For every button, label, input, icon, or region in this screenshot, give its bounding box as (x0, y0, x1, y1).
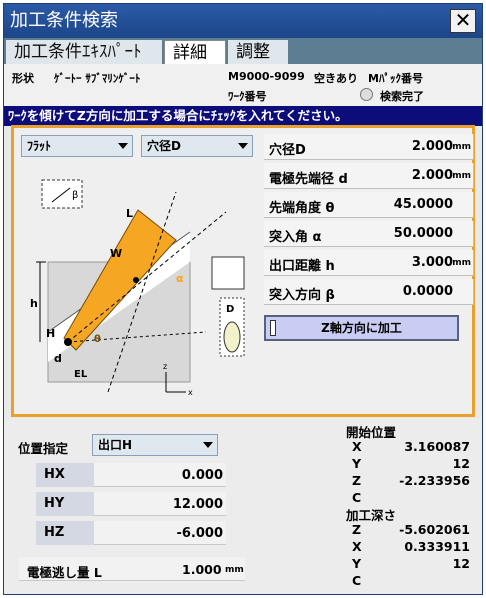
param-value[interactable]: 50.0000 (394, 226, 453, 241)
close-button[interactable]: ✕ (450, 9, 476, 33)
label-D: D (226, 304, 234, 315)
param-unit: mm (452, 258, 471, 268)
electrode-center-point (133, 277, 139, 283)
start-axis: Y (352, 456, 362, 471)
label-L: L (126, 207, 133, 220)
window-title: 加工条件検索 (10, 10, 118, 31)
electrode-clearance-label: 電極逃し量 L (27, 565, 102, 580)
field-hz[interactable]: HZ -6.000 (36, 521, 226, 545)
param-label: 出口距離 h (269, 259, 335, 274)
z-axis-checkbox-button[interactable]: Z軸方向に加工 (264, 315, 459, 341)
tilt-notice: ﾜｰｸを傾けてZ方向に加工する場合にﾁｪｯｸを入れてください。 (4, 106, 482, 126)
search-status-radio[interactable] (360, 88, 373, 101)
close-icon: ✕ (454, 8, 472, 32)
section-inset (211, 256, 245, 290)
label-EL: EL (74, 369, 88, 380)
condition-code: M9000-9099 (228, 70, 305, 83)
depth-axis: Y (352, 556, 362, 571)
chevron-down-icon (118, 143, 128, 149)
param-value[interactable]: 0.0000 (403, 284, 453, 299)
chevron-down-icon (238, 143, 248, 149)
depth-axis: X (352, 539, 362, 554)
field-value[interactable]: 12.000 (173, 497, 223, 512)
z-axis-label: Z軸方向に加工 (321, 321, 402, 335)
electrode-clearance-value[interactable]: 1.000 (182, 562, 222, 577)
param-tip-diameter[interactable]: 電極先端径 d 2.000 mm (264, 163, 474, 189)
electrode-clearance-field[interactable]: 電極逃し量 L 1.000 mm (19, 557, 245, 581)
checkbox-icon[interactable] (270, 320, 276, 336)
label-z: z (163, 362, 167, 371)
param-entry-angle[interactable]: 突入角 α 50.0000 (264, 221, 474, 247)
label-theta: θ (94, 334, 101, 345)
hole-select-value: 穴径D (147, 139, 181, 153)
tab-adjust[interactable]: 調整 (228, 40, 288, 64)
title-bar: 加工条件検索 ✕ (4, 4, 482, 38)
param-label: 穴径D (269, 143, 306, 158)
label-d: d (54, 352, 62, 365)
param-label: 突入角 α (269, 230, 322, 245)
hole-ellipse (223, 321, 241, 353)
chevron-down-icon (203, 442, 213, 448)
mpack-label: Mﾊﾟｯｸ番号 (368, 72, 423, 85)
position-select[interactable]: 出口H (92, 434, 218, 456)
search-status: 検索完了 (380, 90, 424, 103)
availability-text: 空きあり (314, 72, 358, 85)
shape-value: ｹﾞｰﾄｰ ｻﾌﾞﾏﾘﾝｹﾞｰﾄ (54, 72, 141, 85)
work-number-label: ﾜｰｸ番号 (228, 90, 267, 103)
field-value[interactable]: 0.000 (182, 468, 223, 483)
shape-label: 形状 (12, 72, 34, 85)
electrode-clearance-unit: mm (225, 565, 244, 575)
field-tag: HY (36, 492, 94, 516)
param-value[interactable]: 2.000 (412, 168, 453, 183)
shape-select-value: ﾌﾗｯﾄ (27, 139, 52, 153)
param-exit-distance[interactable]: 出口距離 h 3.000 mm (264, 250, 474, 276)
start-value: 12 (452, 456, 470, 471)
field-hx[interactable]: HX 0.000 (36, 463, 226, 487)
label-h: h (30, 297, 38, 310)
depth-axis: Z (352, 522, 362, 537)
start-axis: C (352, 490, 362, 505)
field-hy[interactable]: HY 12.000 (36, 492, 226, 516)
param-value[interactable]: 3.000 (412, 255, 453, 270)
depth-value: 12 (452, 556, 470, 571)
dialog-window: 加工条件検索 ✕ 加工条件ｴｷｽﾊﾟｰﾄ 詳細 調整 形状 ｹﾞｰﾄｰ ｻﾌﾞﾏ… (3, 3, 483, 595)
geometry-panel: ﾌﾗｯﾄ 穴径D h H d EL θ L W α β D x z 穴径D 2.… (11, 125, 475, 417)
param-hole-diameter[interactable]: 穴径D 2.000 mm (264, 134, 474, 160)
depth-value: -5.602061 (399, 522, 470, 537)
field-tag: HZ (36, 521, 94, 545)
electrode-diagram: h H d EL θ L W α β D x z (30, 179, 245, 397)
param-value[interactable]: 45.0000 (394, 197, 453, 212)
position-select-value: 出口H (98, 438, 133, 452)
param-value[interactable]: 2.000 (412, 139, 453, 154)
label-beta: β (72, 190, 78, 201)
position-section: 位置指定 出口H HX 0.000 HY 12.000 HZ -6.000 電極… (4, 418, 482, 594)
shape-select[interactable]: ﾌﾗｯﾄ (21, 135, 133, 157)
tab-expert[interactable]: 加工条件ｴｷｽﾊﾟｰﾄ (6, 40, 162, 64)
position-label: 位置指定 (18, 441, 69, 456)
info-bar: 形状 ｹﾞｰﾄｰ ｻﾌﾞﾏﾘﾝｹﾞｰﾄ M9000-9099 空きあり Mﾊﾟｯ… (4, 64, 482, 106)
label-alpha: α (176, 272, 184, 285)
start-value: 3.160087 (404, 439, 470, 454)
param-label: 突入方向 β (269, 288, 335, 303)
depth-value: 0.333911 (404, 539, 470, 554)
field-tag: HX (36, 463, 94, 487)
param-tip-angle[interactable]: 先端角度 θ 45.0000 (264, 192, 474, 218)
param-unit: mm (452, 171, 471, 181)
start-axis: X (352, 439, 362, 454)
param-label: 先端角度 θ (269, 201, 335, 216)
param-entry-direction[interactable]: 突入方向 β 0.0000 (264, 279, 474, 305)
label-W: W (110, 247, 122, 260)
label-x: x (188, 388, 193, 397)
depth-axis: C (352, 573, 362, 588)
param-unit: mm (452, 142, 471, 152)
label-H: H (46, 327, 55, 340)
start-axis: Z (352, 473, 362, 488)
hole-select[interactable]: 穴径D (141, 135, 253, 157)
tab-bar: 加工条件ｴｷｽﾊﾟｰﾄ 詳細 調整 (4, 38, 482, 64)
param-label: 電極先端径 d (269, 172, 348, 187)
start-value: -2.233956 (399, 473, 470, 488)
tab-detail[interactable]: 詳細 (164, 40, 226, 64)
field-value[interactable]: -6.000 (176, 526, 223, 541)
